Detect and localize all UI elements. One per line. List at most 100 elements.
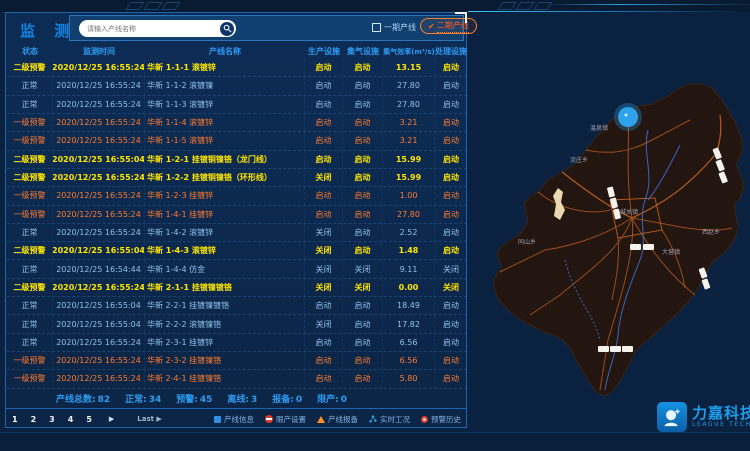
phase1-checkbox[interactable]: 一期产线 [372,22,416,33]
phase2-toggle-button[interactable]: ✔ 二期产线 [420,18,477,34]
table-row[interactable]: 正常 2020/12/25 16:55:24 华新 1-4-2 滚镀锌 关闭 启… [7,224,467,242]
cell-name: 华新 1-1-3 滚镀锌 [145,96,305,113]
cell-eff: 27.80 [383,77,435,94]
table-row[interactable]: 二级预警 2020/12/25 16:55:04 华新 1-4-3 滚镀锌 关闭… [7,242,467,260]
cell-gas: 启动 [343,59,383,76]
cell-gas: 启动 [343,96,383,113]
next-page-button[interactable]: ▶ [109,415,114,423]
cell-status: 正常 [7,77,53,94]
cell-prod: 关闭 [305,242,343,259]
cell-eff: 5.80 [383,370,435,387]
town-label: 城关镇 [620,208,638,216]
cell-eff: 3.21 [383,132,435,149]
legend-realtime-status[interactable]: 实时工况 [369,414,410,425]
cell-treat: 启动 [435,114,467,131]
summary-item: 限产:0 [317,392,347,405]
col-name: 产线名称 [145,46,305,57]
cell-gas: 启动 [343,370,383,387]
cell-name: 华新 1-4-1 挂镀锌 [145,206,305,223]
page-button-4[interactable]: 4 [68,415,74,424]
cell-treat: 启动 [435,224,467,241]
cell-prod: 启动 [305,132,343,149]
town-label: 大营镇 [662,248,680,256]
cell-time: 2020/12/25 16:55:24 [53,59,145,76]
cell-status: 正常 [7,224,53,241]
table-row[interactable]: 正常 2020/12/25 16:55:24 华新 1-1-2 滚镀镍 启动 启… [7,77,467,95]
cell-name: 华新 1-2-2 挂镀铜镍铬（环形线） [145,169,305,186]
table-row[interactable]: 二级预警 2020/12/25 16:55:24 华新 1-1-1 滚镀锌 启动… [7,59,467,77]
cell-gas: 启动 [343,77,383,94]
cell-status: 一级预警 [7,132,53,149]
cell-time: 2020/12/25 16:55:24 [53,206,145,223]
cell-name: 华新 1-1-4 滚镀锌 [145,114,305,131]
cell-treat: 启动 [435,334,467,351]
page-button-1[interactable]: 1 [12,415,18,424]
legend-line-report[interactable]: 产线报备 [317,414,358,425]
table-row[interactable]: 正常 2020/12/25 16:55:04 华新 2-2-2 滚镀镍铬 关闭 … [7,315,467,333]
cell-name: 华新 1-4-2 滚镀锌 [145,224,305,241]
legend-alarm-history[interactable]: 预警历史 [421,414,461,425]
table-row[interactable]: 一级预警 2020/12/25 16:55:24 华新 1-1-4 滚镀锌 启动… [7,114,467,132]
search-button[interactable] [220,22,234,36]
check-icon: ✔ [428,22,435,31]
limit-production-icon [265,415,273,423]
table-row[interactable]: 一级预警 2020/12/25 16:55:24 华新 1-1-5 滚镀锌 启动… [7,132,467,150]
map[interactable]: 温泉镇 流庄乡 城关镇 西赵乡 同山乡 大营镇 [468,12,750,450]
cell-gas: 关闭 [343,279,383,296]
search-icon [223,24,232,33]
cell-time: 2020/12/25 16:54:44 [53,260,145,277]
cell-status: 一级预警 [7,352,53,369]
legend-line-info[interactable]: 产线信息 [214,414,254,425]
map-marker[interactable] [614,103,642,131]
cell-status: 正常 [7,315,53,332]
page-button-5[interactable]: 5 [86,415,92,424]
cell-time: 2020/12/25 16:55:04 [53,151,145,168]
cell-treat: 启动 [435,206,467,223]
cell-prod: 关闭 [305,279,343,296]
table-row[interactable]: 一级预警 2020/12/25 16:55:24 华新 2-4-1 挂镀镍铬 启… [7,370,467,388]
cell-treat: 关闭 [435,260,467,277]
brand-logo: 力嘉科技 LEAGUE TECH [657,402,750,432]
table-row[interactable]: 二级预警 2020/12/25 16:55:24 华新 2-1-1 挂镀镍镀铬 … [7,279,467,297]
table-row[interactable]: 二级预警 2020/12/25 16:55:04 华新 1-2-1 挂镀铜镍铬（… [7,151,467,169]
table-row[interactable]: 正常 2020/12/25 16:55:24 华新 2-3-1 挂镀锌 启动 启… [7,334,467,352]
cell-name: 华新 1-4-4 仿金 [145,260,305,277]
table-row[interactable]: 一级预警 2020/12/25 16:55:24 华新 2-3-2 挂镀镍铬 启… [7,352,467,370]
legend-bar: 产线信息 限产设置 产线报备 实时工况 预警历史 [214,414,461,425]
table-row[interactable]: 正常 2020/12/25 16:55:24 华新 1-1-3 滚镀锌 启动 启… [7,96,467,114]
cell-treat: 启动 [435,132,467,149]
town-label: 温泉镇 [590,124,608,132]
table-row[interactable]: 正常 2020/12/25 16:55:04 华新 2-2-1 挂镀镍镀铬 启动… [7,297,467,315]
logo-en-text: LEAGUE TECH [692,421,750,428]
cell-treat: 启动 [435,297,467,314]
search-box [79,20,236,37]
table-row[interactable]: 一级预警 2020/12/25 16:55:24 华新 1-2-3 挂镀锌 启动… [7,187,467,205]
cell-prod: 启动 [305,77,343,94]
cell-prod: 启动 [305,59,343,76]
table-row[interactable]: 一级预警 2020/12/25 16:55:24 华新 1-4-1 挂镀锌 启动… [7,206,467,224]
col-gas: 集气设施 [343,46,383,57]
last-page-button[interactable]: Last ▶ [137,415,162,423]
legend-limit-production[interactable]: 限产设置 [265,414,306,425]
cell-treat: 启动 [435,59,467,76]
table-row[interactable]: 正常 2020/12/25 16:54:44 华新 1-4-4 仿金 关闭 关闭… [7,260,467,278]
cell-gas: 启动 [343,224,383,241]
cell-time: 2020/12/25 16:55:24 [53,114,145,131]
cell-name: 华新 2-2-2 滚镀镍铬 [145,315,305,332]
cell-prod: 启动 [305,114,343,131]
cell-prod: 关闭 [305,315,343,332]
cell-treat: 启动 [435,370,467,387]
cell-eff: 1.00 [383,187,435,204]
table-row[interactable]: 二级预警 2020/12/25 16:55:24 华新 1-2-2 挂镀铜镍铬（… [7,169,467,187]
cell-status: 一级预警 [7,187,53,204]
page-button-3[interactable]: 3 [49,415,55,424]
cell-status: 正常 [7,260,53,277]
table-footer: 1 2 3 4 5 ▶ Last ▶ 产线信息 限产设置 产线报备 [6,408,466,429]
town-label: 西赵乡 [702,228,720,236]
cell-prod: 启动 [305,352,343,369]
search-input[interactable] [79,25,220,33]
phase1-label: 一期产线 [384,22,416,33]
page-button-2[interactable]: 2 [31,415,37,424]
cell-eff: 27.80 [383,96,435,113]
cell-prod: 启动 [305,297,343,314]
